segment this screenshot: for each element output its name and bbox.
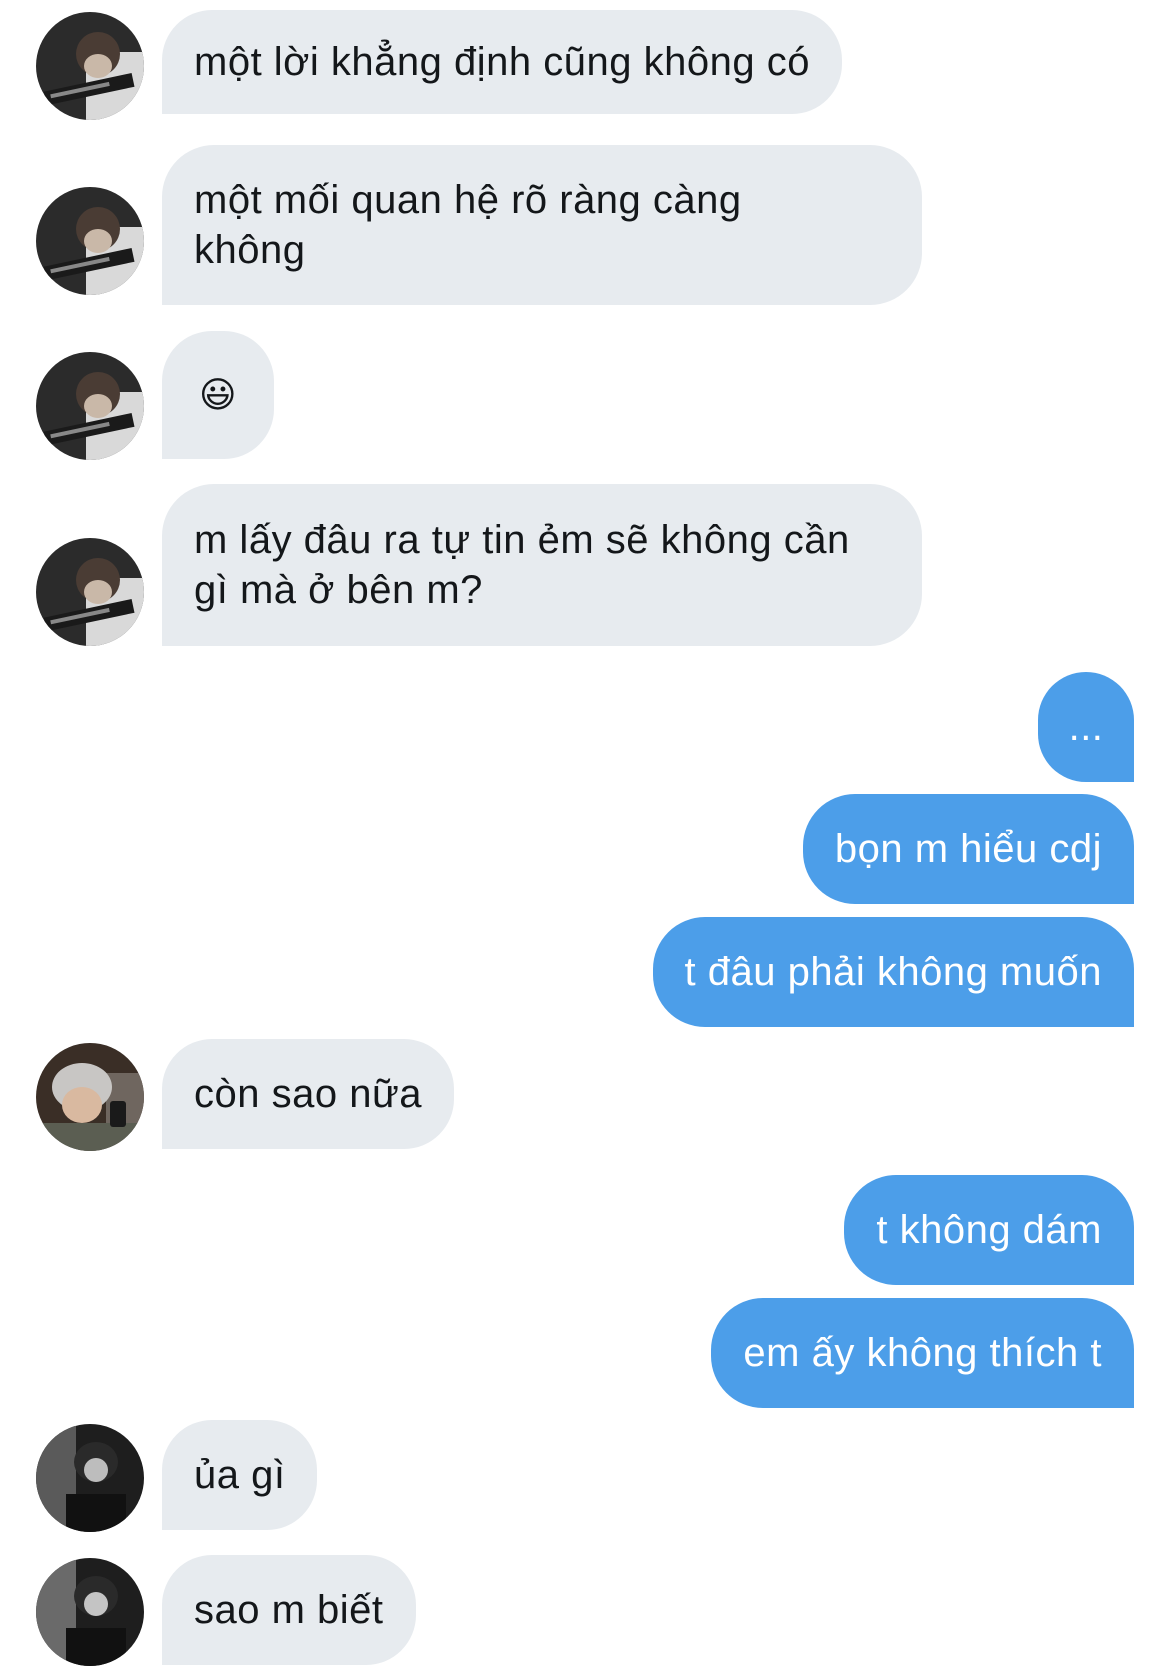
message-bubble-outgoing[interactable]: t đâu phải không muốn [652, 917, 1134, 1027]
avatar[interactable] [36, 1043, 144, 1151]
avatar[interactable] [36, 352, 144, 460]
avatar[interactable] [36, 12, 144, 120]
message-text: sao m biết [194, 1588, 384, 1632]
avatar[interactable] [36, 538, 144, 646]
message-bubble-incoming[interactable]: còn sao nữa [162, 1039, 454, 1149]
message-text: em ấy không thích t [743, 1331, 1102, 1375]
message-text: một lời khẳng định cũng không có [194, 40, 810, 84]
message-text: m lấy đâu ra tự tin ẻm sẽ không cần gì m… [194, 518, 850, 612]
message-bubble-incoming[interactable]: sao m biết [162, 1555, 416, 1665]
message-bubble-incoming[interactable]: một mối quan hệ rõ ràng càng không [162, 145, 922, 305]
message-text: ... [1068, 705, 1104, 749]
message-bubble-outgoing[interactable]: t không dám [844, 1175, 1134, 1285]
message-text: t đâu phải không muốn [684, 950, 1102, 994]
smiley-emoji: 😃 [198, 374, 238, 415]
message-bubble-outgoing[interactable]: bọn m hiểu cdj [802, 794, 1134, 904]
message-bubble-outgoing[interactable]: ... [1038, 672, 1134, 782]
message-text: t không dám [876, 1208, 1102, 1252]
avatar[interactable] [36, 187, 144, 295]
message-bubble-incoming[interactable]: m lấy đâu ra tự tin ẻm sẽ không cần gì m… [162, 484, 922, 646]
message-text: bọn m hiểu cdj [834, 827, 1102, 871]
message-bubble-outgoing[interactable]: em ấy không thích t [711, 1298, 1134, 1408]
message-bubble-incoming[interactable]: một lời khẳng định cũng không có [162, 10, 842, 114]
avatar[interactable] [36, 1558, 144, 1666]
message-text: một mối quan hệ rõ ràng càng không [194, 178, 742, 272]
message-text: ủa gì [194, 1453, 286, 1497]
message-bubble-incoming[interactable]: ủa gì [162, 1420, 318, 1530]
message-bubble-incoming[interactable]: 😃 [162, 331, 274, 459]
avatar[interactable] [36, 1424, 144, 1532]
message-text: còn sao nữa [194, 1072, 422, 1116]
